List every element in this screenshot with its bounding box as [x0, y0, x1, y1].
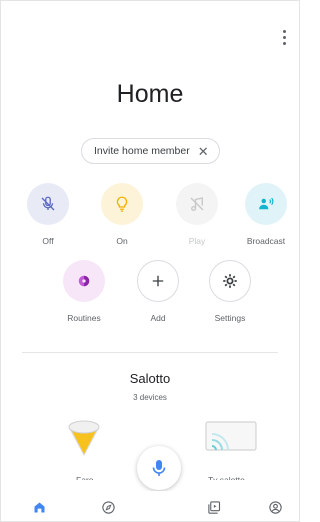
assistant-mic-button[interactable]	[137, 446, 181, 490]
mic-icon	[152, 460, 166, 476]
more-vert-icon[interactable]	[278, 26, 290, 48]
bottom-navigation	[1, 491, 299, 521]
lamp-icon	[68, 420, 100, 456]
action-settings[interactable]: Settings	[200, 260, 260, 323]
action-label-settings: Settings	[214, 313, 246, 323]
action-add[interactable]: Add	[128, 260, 188, 323]
action-routines[interactable]: Routines	[54, 260, 114, 323]
device-faro[interactable]	[64, 414, 104, 458]
room-device-count: 3 devices	[133, 393, 167, 402]
invite-home-member-chip[interactable]: Invite home member ✕	[81, 138, 220, 164]
plus-icon	[137, 260, 179, 302]
invite-chip-label: Invite home member	[94, 145, 190, 157]
action-off[interactable]: Off	[18, 183, 78, 246]
compass-icon	[101, 500, 115, 514]
page-title: Home	[116, 80, 184, 108]
gear-icon	[209, 260, 251, 302]
broadcast-icon	[245, 183, 287, 225]
lightbulb-icon	[101, 183, 143, 225]
nav-account[interactable]	[265, 497, 285, 517]
action-play[interactable]: Play	[167, 183, 227, 246]
action-label-routines: Routines	[67, 313, 101, 323]
music-off-icon	[176, 183, 218, 225]
nav-discover[interactable]	[98, 497, 118, 517]
close-icon[interactable]: ✕	[198, 145, 209, 158]
home-icon	[34, 502, 44, 512]
action-label-off: Off	[42, 236, 54, 246]
action-label-add: Add	[150, 313, 166, 323]
mic-off-icon	[27, 183, 69, 225]
cast-tv-icon	[205, 421, 257, 451]
room-name: Salotto	[129, 371, 171, 386]
device-tv-salotto[interactable]	[204, 420, 258, 454]
action-broadcast[interactable]: Broadcast	[236, 183, 296, 246]
action-on[interactable]: On	[92, 183, 152, 246]
action-label-on: On	[116, 236, 128, 246]
device-label-tv-salotto: Tv salotto	[208, 475, 245, 480]
section-divider	[22, 352, 278, 353]
action-label-broadcast: Broadcast	[246, 236, 286, 246]
action-label-play: Play	[188, 236, 206, 246]
nav-home[interactable]	[29, 497, 49, 517]
device-label-faro: Faro	[76, 475, 94, 480]
account-icon	[268, 500, 282, 514]
media-icon	[207, 500, 220, 514]
nav-media[interactable]	[204, 497, 224, 517]
routines-icon	[63, 260, 105, 302]
